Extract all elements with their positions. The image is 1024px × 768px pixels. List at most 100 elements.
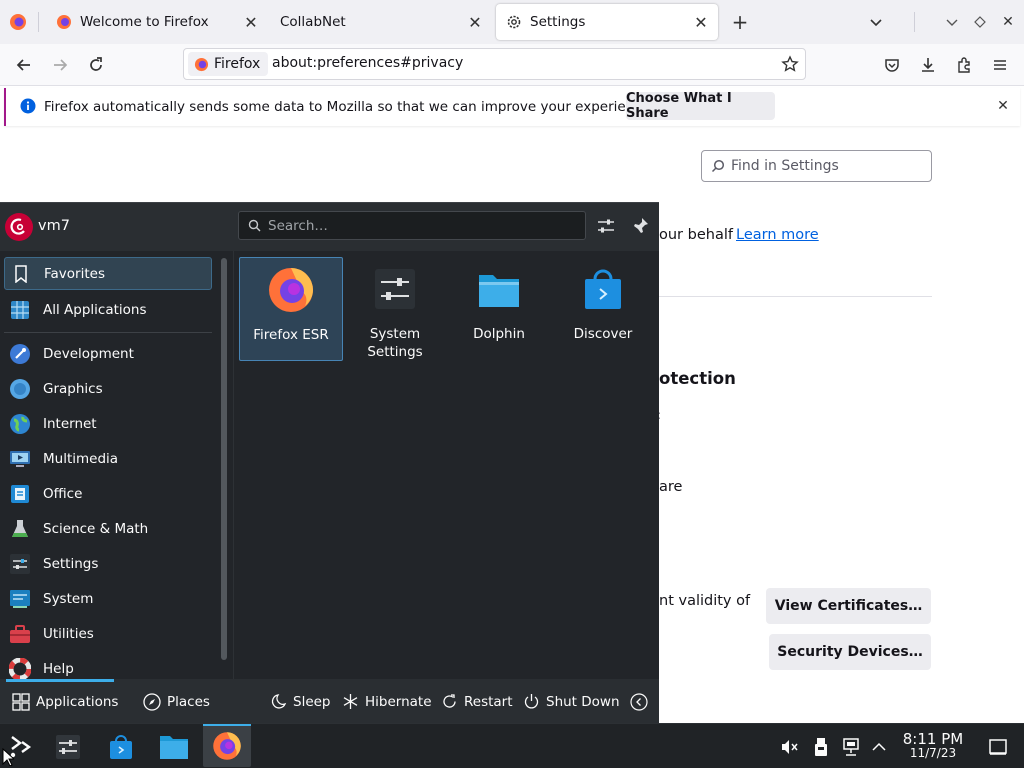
taskbar-discover[interactable] xyxy=(101,728,141,766)
category-divider xyxy=(4,332,212,333)
hibernate-label: Hibernate xyxy=(365,693,432,710)
app-firefox-esr[interactable]: Firefox ESR xyxy=(239,257,343,361)
choose-what-i-share-button[interactable]: Choose What I Share xyxy=(626,91,775,121)
category-graphics[interactable]: Graphics xyxy=(4,372,212,405)
close-tab-icon[interactable]: ✕ xyxy=(692,13,710,32)
screen: Welcome to Firefox ✕ CollabNet ✕ Setting… xyxy=(0,0,1024,768)
discover-bag-icon xyxy=(579,265,627,313)
forward-icon[interactable] xyxy=(45,50,75,80)
app-label: System Settings xyxy=(367,326,423,360)
bookmark-icon xyxy=(10,263,32,285)
category-multimedia[interactable]: Multimedia xyxy=(4,442,212,475)
tab-collabnet[interactable]: CollabNet ✕ xyxy=(270,4,492,40)
search-icon xyxy=(711,159,725,173)
hibernate-button[interactable]: Hibernate xyxy=(342,679,432,724)
shut-down-label: Shut Down xyxy=(546,693,620,710)
separator xyxy=(914,12,915,32)
back-icon[interactable] xyxy=(9,50,39,80)
sleep-label: Sleep xyxy=(293,693,331,710)
usb-device-icon[interactable] xyxy=(804,728,838,766)
category-internet[interactable]: Internet xyxy=(4,407,212,440)
url-text[interactable]: about:preferences#privacy xyxy=(272,55,463,71)
tab-welcome[interactable]: Welcome to Firefox ✕ xyxy=(46,4,268,40)
star-icon[interactable] xyxy=(781,55,799,73)
taskbar: 8:11 PM 11/7/23 xyxy=(0,723,1024,768)
url-bar[interactable]: Firefox about:preferences#privacy xyxy=(183,48,806,80)
behalf-text: our behalf xyxy=(659,227,733,243)
taskbar-system-settings[interactable] xyxy=(48,728,88,766)
category-label: Development xyxy=(43,345,134,362)
reload-icon[interactable] xyxy=(81,50,111,80)
category-development[interactable]: Development xyxy=(4,337,212,370)
category-settings[interactable]: Settings xyxy=(4,547,212,580)
identity-label: Firefox xyxy=(214,56,261,72)
category-utilities[interactable]: Utilities xyxy=(4,617,212,650)
learn-more-link[interactable]: Learn more xyxy=(736,227,819,243)
list-all-tabs-icon[interactable] xyxy=(864,10,888,34)
show-hidden-icons-icon[interactable] xyxy=(862,728,896,766)
toolbox-icon xyxy=(9,623,31,645)
downloads-icon[interactable] xyxy=(913,50,943,80)
pin-icon[interactable] xyxy=(630,216,650,236)
taskbar-dolphin[interactable] xyxy=(154,728,194,766)
close-notification-icon[interactable]: ✕ xyxy=(994,97,1012,115)
folder-icon xyxy=(475,265,523,313)
power-icon xyxy=(523,693,540,710)
search-placeholder: Search… xyxy=(268,218,328,234)
identity-box[interactable]: Firefox xyxy=(188,52,269,76)
close-tab-icon[interactable]: ✕ xyxy=(242,13,260,32)
category-all-applications[interactable]: All Applications xyxy=(4,293,212,326)
clock-time: 8:11 PM xyxy=(902,730,964,748)
launcher-search-input[interactable]: Search… xyxy=(238,211,586,240)
new-tab-button[interactable]: + xyxy=(728,10,752,34)
system-settings-icon xyxy=(371,265,419,313)
validity-fragment: nt validity of xyxy=(659,593,751,609)
menu-icon[interactable] xyxy=(985,50,1015,80)
firefox-icon xyxy=(194,57,209,72)
places-tab[interactable]: Places xyxy=(143,679,210,724)
extensions-icon[interactable] xyxy=(949,50,979,80)
minimize-icon[interactable] xyxy=(940,10,964,34)
globe-icon xyxy=(9,413,31,435)
security-devices-button[interactable]: Security Devices… xyxy=(769,634,931,670)
category-label: Internet xyxy=(43,415,97,432)
maximize-icon[interactable] xyxy=(968,10,992,34)
app-system-settings[interactable]: System Settings xyxy=(343,257,447,361)
restart-button[interactable]: Restart xyxy=(441,679,513,724)
category-label: Science & Math xyxy=(43,520,149,537)
launcher-header: vm7 Search… xyxy=(0,203,659,251)
category-scrollbar[interactable] xyxy=(221,258,227,660)
info-icon xyxy=(20,98,36,114)
category-office[interactable]: Office xyxy=(4,477,212,510)
sleep-button[interactable]: Sleep xyxy=(270,679,331,724)
share-fragment: are xyxy=(659,479,683,495)
leave-more-button[interactable] xyxy=(630,679,648,724)
pocket-icon[interactable] xyxy=(877,50,907,80)
applications-tab[interactable]: Applications xyxy=(6,679,118,724)
category-system[interactable]: System xyxy=(4,582,212,615)
tab-strip: Welcome to Firefox ✕ CollabNet ✕ Setting… xyxy=(0,0,1024,44)
app-discover[interactable]: Discover xyxy=(551,257,655,361)
volume-muted-icon[interactable] xyxy=(772,728,806,766)
category-favorites[interactable]: Favorites xyxy=(4,257,212,290)
close-tab-icon[interactable]: ✕ xyxy=(466,13,484,32)
notification-bar: Firefox automatically sends some data to… xyxy=(4,88,1020,126)
tab-settings[interactable]: Settings ✕ xyxy=(496,4,718,40)
grid-icon xyxy=(12,692,30,711)
find-placeholder: Find in Settings xyxy=(731,158,839,174)
shut-down-button[interactable]: Shut Down xyxy=(523,679,620,724)
find-in-settings-input[interactable]: Find in Settings xyxy=(701,150,932,182)
configure-sliders-icon[interactable] xyxy=(596,216,616,236)
view-certificates-button[interactable]: View Certificates… xyxy=(766,588,931,624)
category-label: Office xyxy=(43,485,83,502)
digital-clock[interactable]: 8:11 PM 11/7/23 xyxy=(896,730,970,761)
show-desktop-icon[interactable] xyxy=(978,728,1018,766)
tab-separator xyxy=(38,12,39,32)
user-avatar[interactable] xyxy=(4,212,34,242)
close-window-icon[interactable]: ✕ xyxy=(996,10,1020,34)
firefox-view-icon[interactable] xyxy=(8,12,28,32)
app-dolphin[interactable]: Dolphin xyxy=(447,257,551,361)
flask-icon xyxy=(9,518,31,540)
category-science-math[interactable]: Science & Math xyxy=(4,512,212,545)
taskbar-firefox[interactable] xyxy=(203,725,251,767)
